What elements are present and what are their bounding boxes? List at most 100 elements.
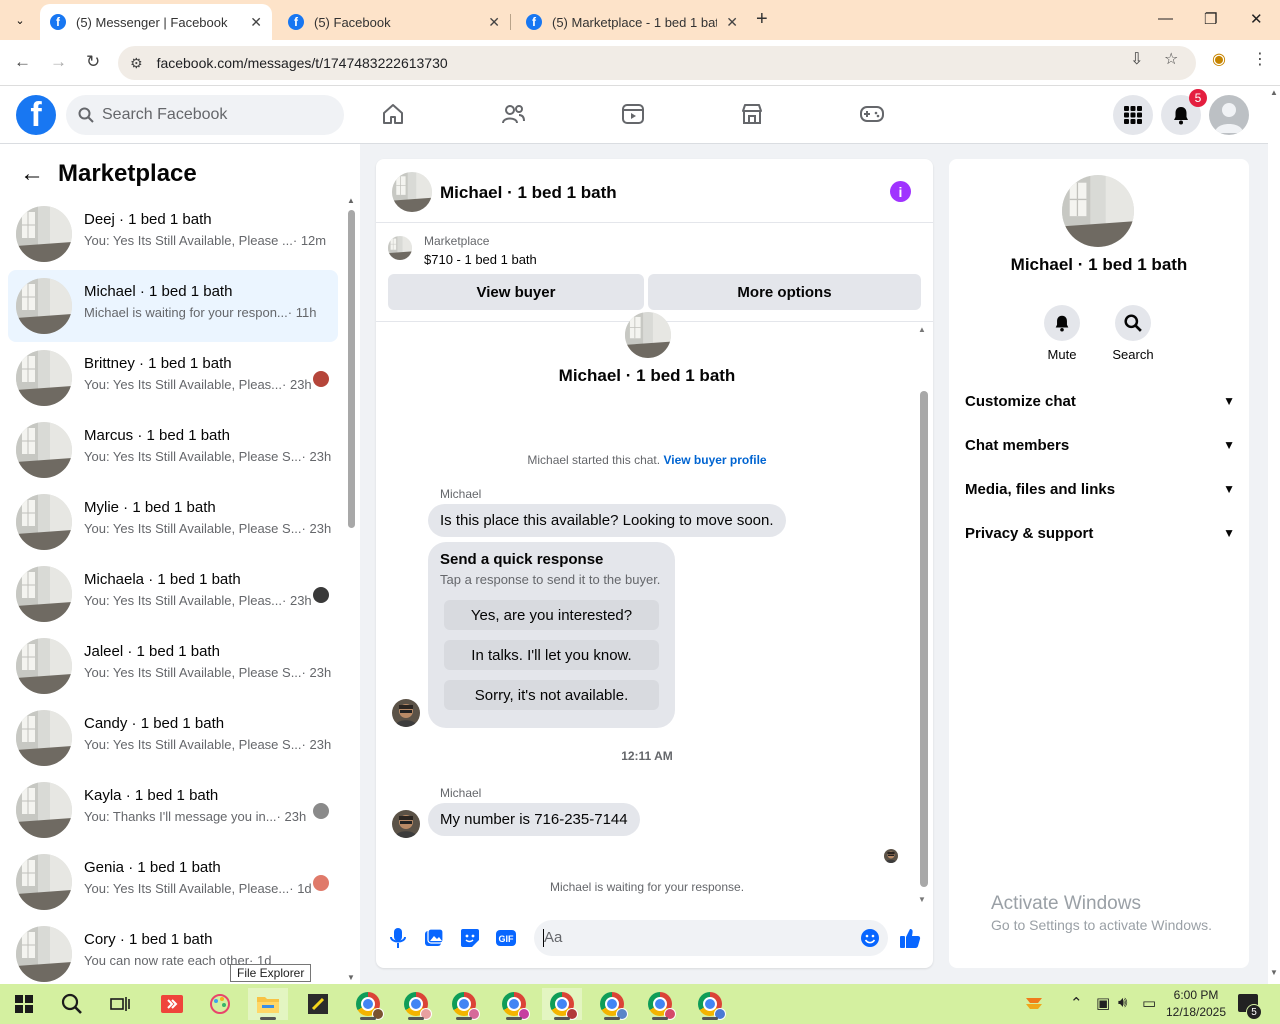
avatar[interactable] [1062, 175, 1134, 247]
quick-response-not-available-button[interactable]: Sorry, it's not available. [444, 680, 659, 710]
network-icon[interactable]: ▭ [1142, 994, 1156, 1012]
chrome-profile-2-icon[interactable] [396, 988, 436, 1020]
chat-list-item[interactable]: Deej · 1 bed 1 bath You: Yes Its Still Av… [8, 198, 338, 270]
sticker-icon[interactable] [458, 926, 482, 950]
chat-list-item[interactable]: Marcus · 1 bed 1 bath You: Yes Its Still … [8, 414, 338, 486]
profile-icon[interactable]: ◉ [1212, 49, 1226, 69]
menu-grid-icon[interactable] [1113, 95, 1153, 135]
chat-members-section[interactable]: Chat members ▼ [965, 429, 1235, 461]
chrome-profile-3-icon[interactable] [444, 988, 484, 1020]
paint-app-icon[interactable] [200, 988, 240, 1020]
message-bubble[interactable]: Is this place this available? Looking to… [428, 504, 786, 537]
facebook-logo[interactable]: f [16, 95, 56, 135]
tab-messenger[interactable]: f (5) Messenger | Facebook ✕ [40, 4, 272, 40]
volume-icon[interactable]: 🔊︎ [1118, 994, 1127, 1011]
omnibox[interactable]: ⚙ facebook.com/messages/t/17474832226137… [118, 46, 1196, 80]
chat-list-item[interactable]: Michael · 1 bed 1 bath Michael is waiting… [8, 270, 338, 342]
chat-list-scrollbar[interactable]: ▲ ▼ [346, 196, 356, 982]
chrome-profile-6-icon[interactable] [592, 988, 632, 1020]
chevron-down-icon: ▼ [1223, 482, 1235, 496]
browser-menu-icon[interactable]: ⋮ [1252, 49, 1268, 69]
chrome-profile-1-icon[interactable] [348, 988, 388, 1020]
message-input-placeholder: Aa [544, 929, 563, 946]
mute-button[interactable]: Mute [1032, 305, 1092, 362]
friends-icon[interactable] [499, 100, 527, 128]
info-icon[interactable]: i [890, 181, 911, 202]
reload-icon[interactable]: ↻ [86, 52, 100, 72]
show-hidden-icons-icon[interactable]: ⌃ [1070, 994, 1083, 1012]
video-icon[interactable] [619, 100, 647, 128]
avatar [618, 312, 678, 358]
taskbar-clock[interactable]: 6:00 PM 12/18/2025 [1160, 987, 1232, 1021]
conversation-title[interactable]: Michael · 1 bed 1 bath [440, 183, 617, 203]
message-bubble[interactable]: My number is 716-235-7144 [428, 803, 640, 836]
back-arrow-icon[interactable]: ← [14, 52, 31, 72]
chat-list-item[interactable]: Kayla · 1 bed 1 bath You: Thanks I'll mes… [8, 774, 338, 846]
listing-bar: Marketplace $710 - 1 bed 1 bath View buy… [376, 224, 933, 322]
forward-arrow-icon[interactable]: → [50, 52, 67, 72]
listing-thumbnail[interactable] [388, 236, 412, 260]
more-options-button[interactable]: More options [648, 274, 921, 310]
account-avatar[interactable] [1209, 95, 1249, 135]
marketplace-icon[interactable] [738, 100, 766, 128]
search-chat-button[interactable]: Search [1103, 305, 1163, 362]
media-files-links-section[interactable]: Media, files and links ▼ [965, 473, 1235, 505]
close-tab-icon[interactable]: ✕ [726, 14, 738, 31]
thumbs-up-icon[interactable] [898, 926, 922, 950]
quick-response-in-talks-button[interactable]: In talks. I'll let you know. [444, 640, 659, 670]
chrome-profile-8-icon[interactable] [690, 988, 730, 1020]
windows-start-icon[interactable] [4, 988, 44, 1020]
back-arrow-icon[interactable]: ← [20, 160, 44, 188]
task-view-icon[interactable] [100, 988, 140, 1020]
close-window-icon[interactable]: ✕ [1250, 10, 1263, 28]
chrome-profile-7-icon[interactable] [640, 988, 680, 1020]
site-settings-icon[interactable]: ⚙ [130, 55, 143, 72]
conversation-scrollbar[interactable]: ▲ ▼ [917, 325, 929, 905]
install-app-icon[interactable]: ⇩ [1130, 49, 1143, 69]
sender-avatar[interactable] [392, 810, 420, 838]
view-buyer-profile-link[interactable]: View buyer profile [663, 453, 766, 467]
chat-list-item[interactable]: Jaleel · 1 bed 1 bath You: Yes Its Still … [8, 630, 338, 702]
meet-now-icon[interactable]: ▣ [1096, 994, 1110, 1012]
new-tab-button[interactable]: + [756, 8, 768, 31]
tab-marketplace[interactable]: f (5) Marketplace - 1 bed 1 bath | ✕ [516, 4, 748, 40]
photo-icon[interactable] [422, 926, 446, 950]
privacy-support-section[interactable]: Privacy & support ▼ [965, 517, 1235, 549]
close-tab-icon[interactable]: ✕ [488, 14, 500, 31]
close-tab-icon[interactable]: ✕ [250, 14, 262, 31]
gaming-icon[interactable] [858, 100, 886, 128]
quick-response-yes-button[interactable]: Yes, are you interested? [444, 600, 659, 630]
home-icon[interactable] [379, 100, 407, 128]
message-input[interactable]: Aa [534, 920, 888, 956]
chat-list-item[interactable]: Candy · 1 bed 1 bath You: Yes Its Still A… [8, 702, 338, 774]
customize-chat-section[interactable]: Customize chat ▼ [965, 385, 1235, 417]
bookmark-star-icon[interactable]: ☆ [1164, 49, 1178, 69]
file-explorer-icon[interactable] [248, 988, 288, 1020]
taskbar-search-icon[interactable] [52, 988, 92, 1020]
minimize-icon[interactable]: — [1158, 10, 1173, 27]
gif-icon[interactable]: GIF [494, 926, 518, 950]
chrome-profile-5-icon[interactable] [542, 988, 582, 1020]
notifications-button[interactable]: 5 [1161, 89, 1207, 135]
chrome-profile-4-icon[interactable] [494, 988, 534, 1020]
chat-list-item[interactable]: Brittney · 1 bed 1 bath You: Yes Its Stil… [8, 342, 338, 414]
chat-list-item[interactable]: Mylie · 1 bed 1 bath You: Yes Its Still A… [8, 486, 338, 558]
sender-avatar[interactable] [392, 699, 420, 727]
microphone-icon[interactable] [386, 926, 410, 950]
search-facebook-input[interactable]: Search Facebook [66, 95, 344, 135]
app-tray-icon[interactable] [1024, 994, 1044, 1018]
avatar[interactable] [392, 172, 432, 212]
url-text[interactable]: facebook.com/messages/t/1747483222613730 [157, 55, 448, 71]
view-buyer-button[interactable]: View buyer [388, 274, 644, 310]
page-scrollbar[interactable]: ▲ ▼ [1268, 86, 1280, 984]
avatar [16, 854, 72, 910]
listing-title[interactable]: $710 - 1 bed 1 bath [424, 252, 537, 267]
tab-facebook[interactable]: f (5) Facebook ✕ [278, 4, 511, 40]
emoji-icon[interactable] [860, 928, 880, 948]
chat-list-item[interactable]: Michaela · 1 bed 1 bath You: Yes Its Stil… [8, 558, 338, 630]
restore-icon[interactable]: ❐ [1204, 10, 1217, 28]
sticky-notes-icon[interactable] [298, 988, 338, 1020]
tab-search-dropdown-icon[interactable]: ⌄ [8, 8, 32, 32]
anydesk-icon[interactable] [152, 988, 192, 1020]
chat-list-item[interactable]: Genia · 1 bed 1 bath You: Yes Its Still A… [8, 846, 338, 918]
